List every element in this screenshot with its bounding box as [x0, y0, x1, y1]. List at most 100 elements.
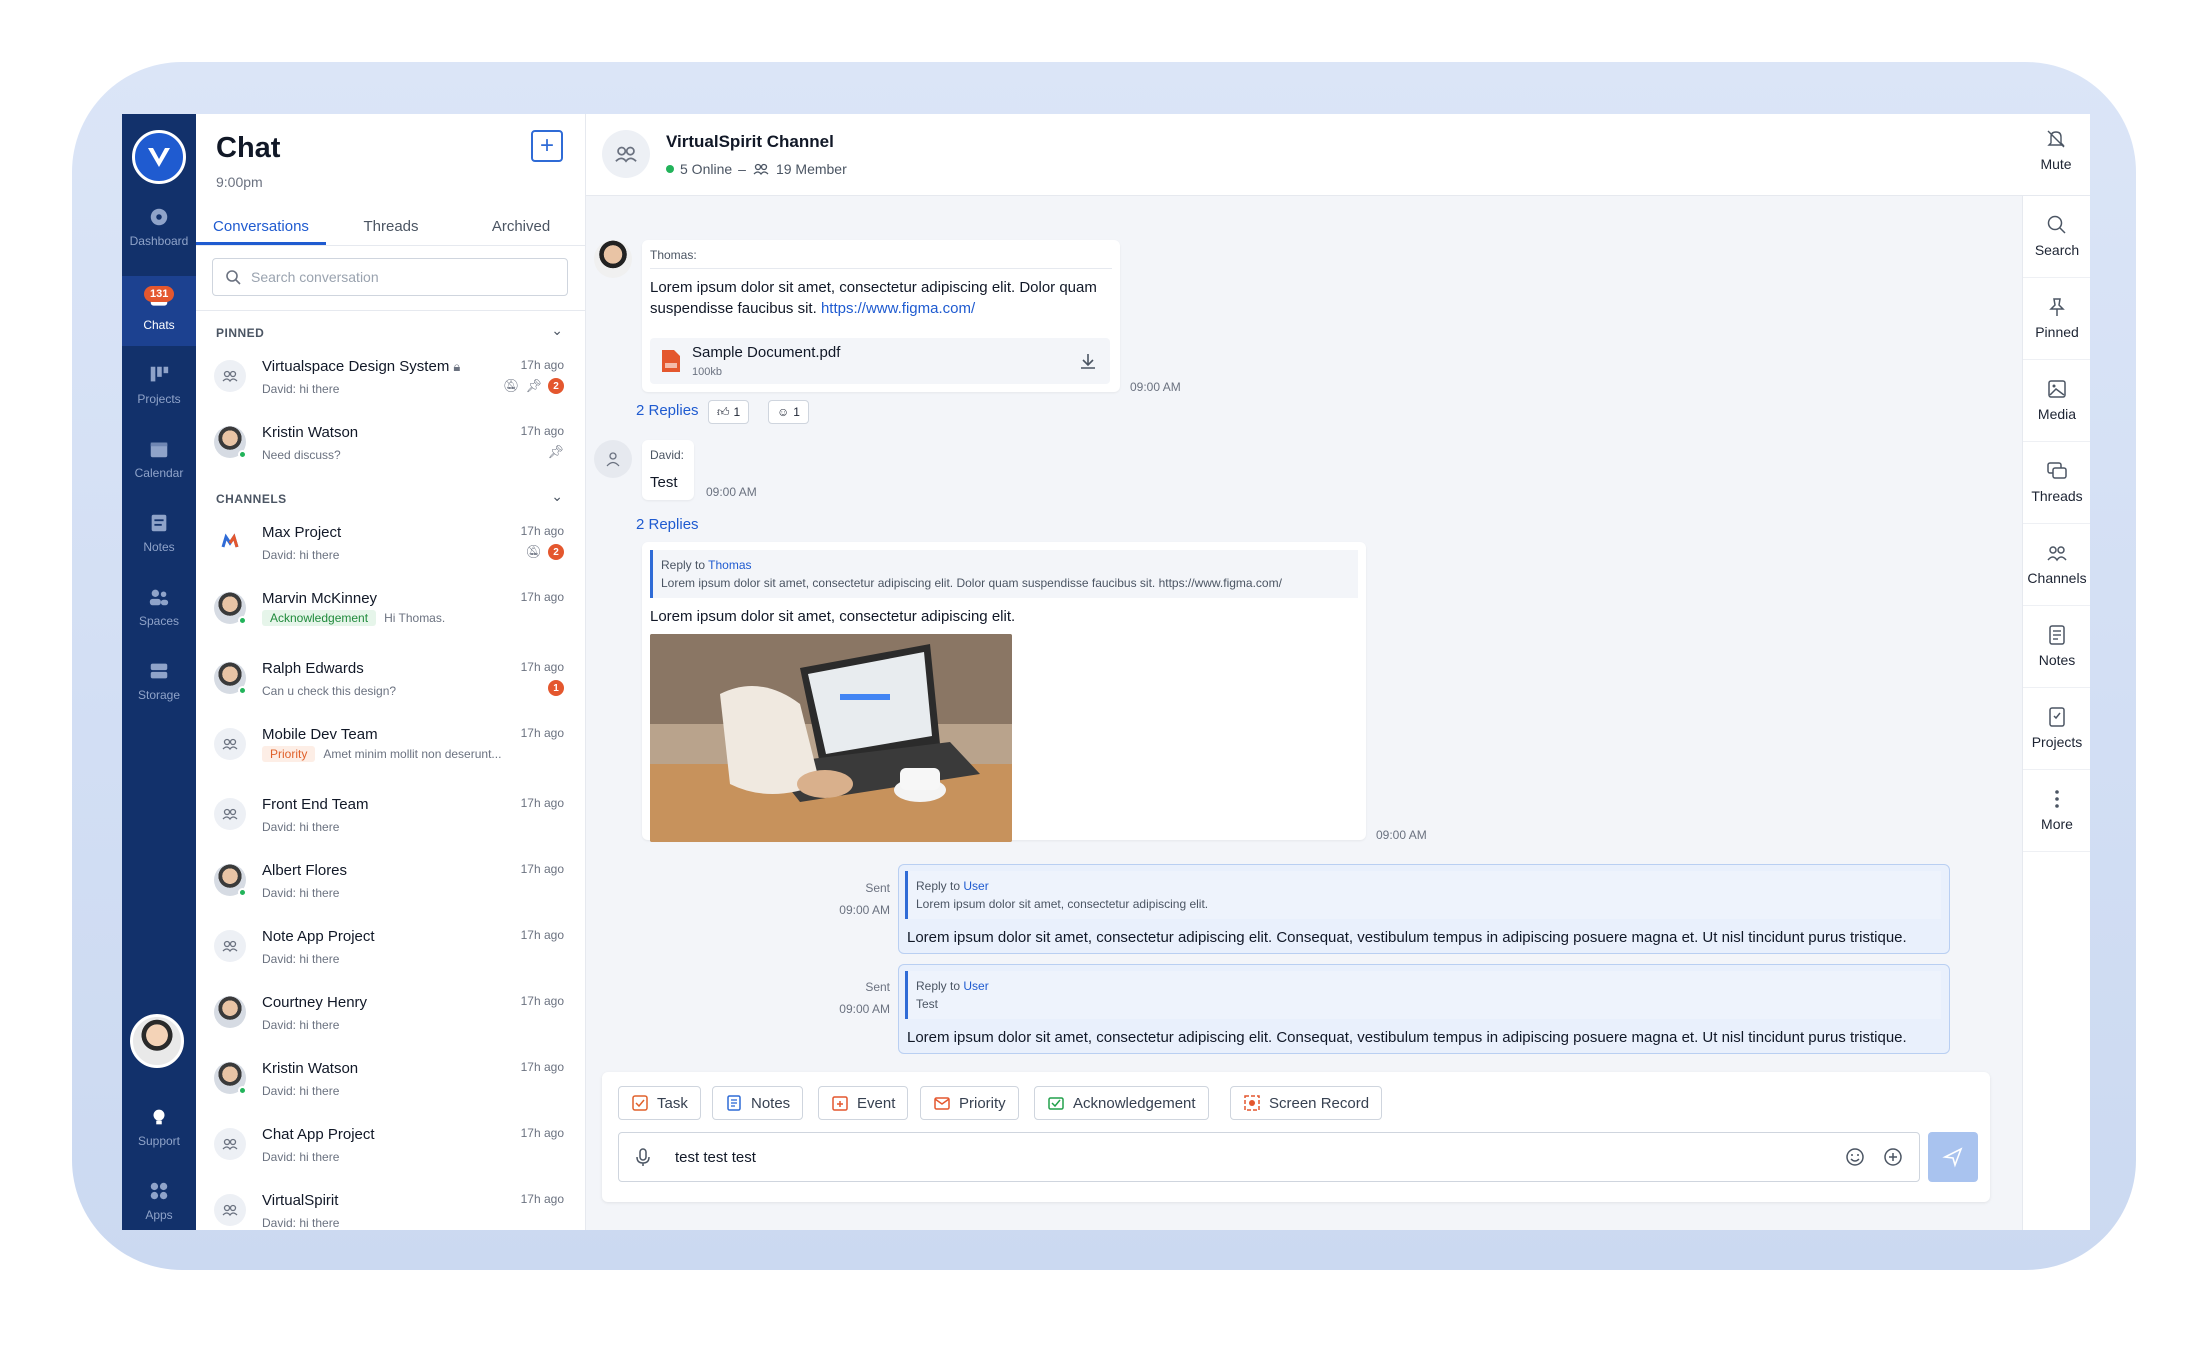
priority-tag: Priority [262, 746, 316, 762]
replies-link[interactable]: 2 Replies [636, 516, 699, 533]
app-logo[interactable] [132, 130, 186, 184]
conversation-item[interactable]: Kristin Watson David: hi there 17h ago [196, 1054, 586, 1118]
separator: – [738, 161, 746, 177]
conversation-name: Chat App Project [262, 1126, 375, 1143]
preview-text: Amet minim mollit non deserunt... [323, 747, 502, 761]
preview-text: Hi Thomas. [384, 611, 446, 625]
conversation-item[interactable]: Marvin McKinney Acknowledgement Hi Thomas… [196, 584, 586, 648]
send-button[interactable] [1928, 1132, 1978, 1182]
conversation-preview: David: hi there [262, 886, 340, 900]
tab-conversations[interactable]: Conversations [196, 212, 326, 245]
message-link[interactable]: https://www.figma.com/ [821, 300, 975, 317]
replies-link[interactable]: 2 Replies [636, 402, 699, 419]
reply-header: Reply to User [916, 977, 1933, 995]
conversation-preview: David: hi there [262, 382, 340, 396]
acknowledgement-tag: Acknowledgement [262, 610, 377, 626]
nav-spaces[interactable]: Spaces [122, 572, 196, 642]
thomas-avatar[interactable] [594, 240, 632, 278]
nav-storage[interactable]: Storage [122, 646, 196, 716]
tab-archived[interactable]: Archived [456, 212, 586, 245]
task-button[interactable]: Task [618, 1086, 701, 1120]
message-image[interactable] [650, 634, 1012, 842]
apps-icon [150, 1182, 168, 1200]
reaction-smile[interactable]: ☺ 1 [768, 400, 809, 424]
reply-quote[interactable]: Reply to User Lorem ipsum dolor sit amet… [905, 871, 1941, 919]
conversation-item[interactable]: Chat App Project David: hi there 17h ago [196, 1120, 586, 1184]
mute-button[interactable]: Mute [2022, 128, 2090, 172]
main-nav: Dashboard 131 Chats Projects Calendar No… [122, 114, 196, 1230]
rail-media[interactable]: Media [2023, 360, 2090, 442]
emoji-icon[interactable] [1845, 1147, 1865, 1167]
nav-notes[interactable]: Notes [122, 498, 196, 568]
conversation-item[interactable]: Front End Team David: hi there 17h ago [196, 790, 586, 854]
screen-record-button[interactable]: Screen Record [1230, 1086, 1383, 1120]
david-avatar[interactable] [594, 440, 632, 478]
rail-threads[interactable]: Threads [2023, 442, 2090, 524]
microphone-icon[interactable] [633, 1147, 653, 1167]
event-icon [832, 1096, 848, 1111]
rail-more[interactable]: More [2023, 770, 2090, 852]
conversation-item[interactable]: Virtualspace Design System 🔒︎ David: hi t… [196, 352, 586, 416]
rail-projects[interactable]: Projects [2023, 688, 2090, 770]
event-button[interactable]: Event [818, 1086, 909, 1120]
conversation-item[interactable]: VirtualSpirit David: hi there 17h ago [196, 1186, 586, 1230]
reply-to-name: User [963, 979, 989, 993]
online-count: 5 Online [680, 161, 733, 177]
unread-badge: 2 [548, 544, 564, 560]
file-attachment[interactable]: Sample Document.pdf 100kb [650, 338, 1110, 384]
conversation-item[interactable]: Kristin Watson Need discuss? 17h ago 📌︎ [196, 418, 586, 482]
rail-label: Projects [2031, 734, 2083, 750]
message-text: Test [650, 474, 678, 491]
acknowledgement-button[interactable]: Acknowledgement [1034, 1086, 1209, 1120]
new-conversation-button[interactable]: + [531, 130, 563, 162]
chat-header: VirtualSpirit Channel 5 Online – 19 Memb… [586, 114, 2090, 196]
conversation-time: 17h ago [520, 590, 564, 604]
nav-chats[interactable]: 131 Chats [122, 276, 196, 346]
reply-quote[interactable]: Reply to User Test [905, 971, 1941, 1019]
user-avatar[interactable] [130, 1014, 184, 1068]
conversation-item[interactable]: Albert Flores David: hi there 17h ago [196, 856, 586, 920]
notes-button[interactable]: Notes [712, 1086, 804, 1120]
sent-message-bubble: Reply to User Lorem ipsum dolor sit amet… [898, 864, 1950, 954]
reply-quote[interactable]: Reply to Thomas Lorem ipsum dolor sit am… [650, 550, 1358, 598]
nav-support[interactable]: Support [122, 1092, 196, 1162]
reply-prefix: Reply to [661, 558, 706, 572]
conversation-item[interactable]: Courtney Henry David: hi there 17h ago [196, 988, 586, 1052]
rail-notes[interactable]: Notes [2023, 606, 2090, 688]
conversation-time: 17h ago [520, 726, 564, 740]
conversation-item[interactable]: Max Project David: hi there 17h ago 🔕︎ 2 [196, 518, 586, 582]
conversation-item[interactable]: Mobile Dev Team Priority Amet minim molli… [196, 720, 586, 784]
conversation-meta: 🔕︎ 2 [525, 544, 564, 560]
conversation-item[interactable]: Ralph Edwards Can u check this design? 1… [196, 654, 586, 718]
group-icon [222, 370, 238, 383]
conversation-item[interactable]: Note App Project David: hi there 17h ago [196, 922, 586, 986]
conversation-preview: Acknowledgement Hi Thomas. [262, 610, 445, 626]
threads-icon [2047, 462, 2067, 479]
conversation-preview: David: hi there [262, 1018, 340, 1032]
chevron-down-icon[interactable]: ⌄ [551, 488, 563, 505]
tool-label: Priority [959, 1094, 1006, 1112]
muted-bell-icon: 🔕︎ [525, 544, 542, 559]
nav-projects[interactable]: Projects [122, 350, 196, 420]
tool-label: Notes [751, 1094, 791, 1112]
tab-threads[interactable]: Threads [326, 212, 456, 245]
chevron-down-icon[interactable]: ⌄ [551, 322, 563, 339]
nav-apps[interactable]: Apps [122, 1166, 196, 1230]
reply-header: Reply to Thomas [661, 556, 1350, 574]
reaction-thumbs-up[interactable]: 👍︎ 1 [708, 400, 750, 424]
rail-pinned[interactable]: Pinned [2023, 278, 2090, 360]
message-time: 09:00 AM [1376, 828, 1427, 842]
rail-channels[interactable]: Channels [2023, 524, 2090, 606]
rail-search[interactable]: Search [2023, 196, 2090, 278]
nav-dashboard[interactable]: Dashboard [122, 192, 196, 262]
divider [196, 310, 586, 311]
conversation-time: 17h ago [520, 1126, 564, 1140]
message-input[interactable]: test test test [618, 1132, 1920, 1182]
add-attachment-icon[interactable] [1883, 1147, 1903, 1167]
search-conversation-input[interactable]: Search conversation [212, 258, 568, 296]
logo-icon [148, 148, 170, 167]
download-icon[interactable] [1078, 351, 1098, 371]
priority-button[interactable]: Priority [920, 1086, 1019, 1120]
nav-calendar[interactable]: Calendar [122, 424, 196, 494]
conversation-name: Virtualspace Design System 🔒︎ [262, 358, 460, 375]
